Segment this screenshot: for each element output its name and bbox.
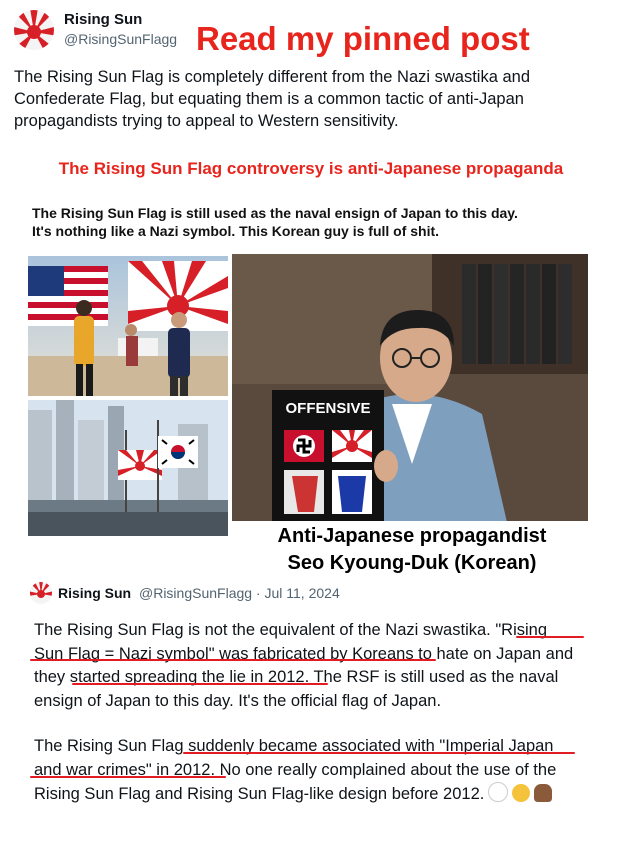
quote-line: Rising Sun Flag and Rising Sun Flag-like… xyxy=(34,782,604,807)
quote-avatar[interactable] xyxy=(30,582,52,604)
photo-naval-ensign xyxy=(28,400,228,536)
image-subcaption: Anti-Japanese propagandist Seo Kyoung-Du… xyxy=(228,521,596,577)
clown-emoji-icon xyxy=(512,784,531,802)
quote-line: The Rising Sun Flag is not the equivalen… xyxy=(34,621,548,639)
image-subcaption-line-2: Seo Kyoung-Duk (Korean) xyxy=(287,552,537,574)
quote-line: and war crimes" in 2012. No one really c… xyxy=(34,760,557,779)
sign-text: OFFENSIVE xyxy=(285,400,371,417)
highlight-underline xyxy=(183,752,575,754)
image-caption: The Rising Sun Flag is still used as the… xyxy=(32,204,518,240)
image-headline: The Rising Sun Flag controversy is anti-… xyxy=(58,159,564,178)
quote-line: they started spreading the lie in 2012. … xyxy=(34,668,559,686)
author-name[interactable]: Rising Sun xyxy=(64,11,142,28)
tweet-text: The Rising Sun Flag is completely differ… xyxy=(14,68,531,130)
highlight-underline xyxy=(72,683,328,685)
rising-sun-flag-icon xyxy=(14,10,54,50)
quote-paragraph-1: The Rising Sun Flag is not the equivalen… xyxy=(34,619,604,713)
poop-emoji-icon xyxy=(534,784,553,802)
quote-line: Sun Flag = Nazi symbol" was fabricated b… xyxy=(34,644,574,663)
photo-man-with-sign: OFFENSIVE xyxy=(232,254,588,544)
rising-sun-flag-icon xyxy=(30,582,52,604)
quote-author-handle-date[interactable]: @RisingSunFlagg · Jul 11, 2024 xyxy=(139,585,340,601)
highlight-underline xyxy=(30,776,226,778)
korea-flag-emoji-icon xyxy=(488,782,509,802)
image-subcaption-line-1: Anti-Japanese propagandist xyxy=(277,525,547,547)
highlight-underline xyxy=(30,659,436,661)
quote-line: ensign of Japan to this day. It's the of… xyxy=(34,691,442,710)
highlight-underline xyxy=(516,636,584,638)
image-caption-line-1: The Rising Sun Flag is still used as the… xyxy=(32,205,518,221)
attached-image[interactable]: The Rising Sun Flag is still used as the… xyxy=(20,196,596,586)
quote-line: The Rising Sun Flag suddenly became asso… xyxy=(34,737,554,755)
quote-paragraph-2: The Rising Sun Flag suddenly became asso… xyxy=(34,735,604,807)
avatar[interactable] xyxy=(14,10,54,50)
author-handle[interactable]: @RisingSunFlagg xyxy=(64,31,177,47)
pinned-banner: Read my pinned post xyxy=(196,20,530,57)
photo-flag-exchange xyxy=(28,256,228,396)
quote-line-text: Rising Sun Flag and Rising Sun Flag-like… xyxy=(34,785,485,803)
quote-author-name[interactable]: Rising Sun xyxy=(58,585,131,601)
image-caption-line-2: It's nothing like a Nazi symbol. This Ko… xyxy=(32,223,440,239)
